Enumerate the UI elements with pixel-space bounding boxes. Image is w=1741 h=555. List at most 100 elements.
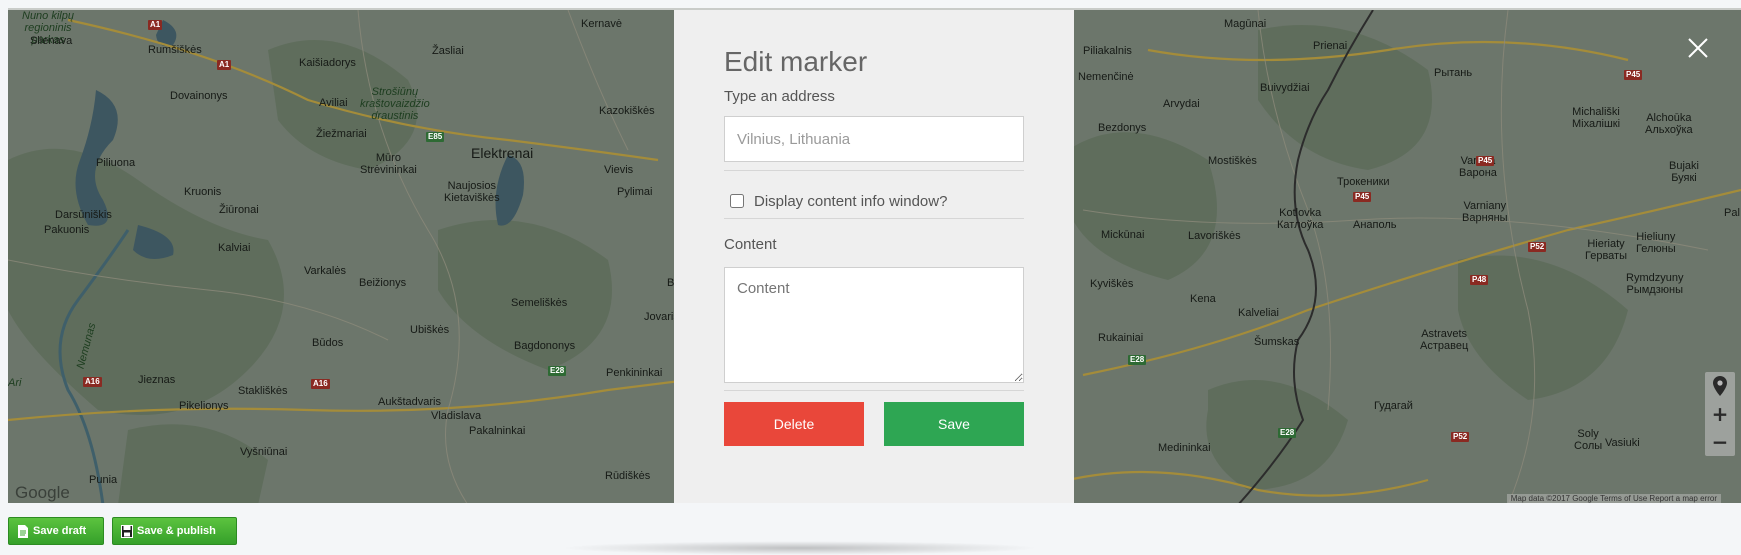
info-window-label: Display content info window? (754, 193, 948, 210)
map-label: Penkininkai (606, 367, 663, 379)
map-label: Žiežmariai (316, 128, 367, 140)
map-label: Michališki Міхалішкі (1572, 106, 1621, 130)
info-window-checkbox[interactable] (730, 194, 744, 208)
map-label: Darsūniškis (55, 209, 112, 221)
content-label: Content (724, 236, 777, 253)
map-label: Prienai (1313, 40, 1348, 52)
map-label: Semeliškės (511, 297, 568, 309)
map-label: Alchoūka Альхоўка (1645, 112, 1693, 136)
map-label: Rukainiai (1098, 332, 1144, 344)
delete-button[interactable]: Delete (724, 402, 864, 446)
map-label: Šumskas (1254, 336, 1300, 348)
address-label: Type an address (724, 88, 835, 105)
map-label: Aukštadvaris (378, 396, 441, 408)
road-shield: P52 (1451, 432, 1470, 442)
map-attribution: Map data ©2017 Google Terms of Use Repor… (1506, 494, 1721, 503)
map-label: Pakuonis (44, 224, 90, 236)
map-label: Arvydai (1163, 98, 1200, 110)
save-draft-label: Save draft (33, 525, 87, 537)
map-label: Kaišiadorys (299, 57, 356, 69)
map-label: Kazokiškės (599, 105, 655, 117)
road-shield: P45 (1476, 156, 1495, 166)
close-icon[interactable] (1686, 36, 1710, 60)
map-label: Žasliai (432, 45, 464, 57)
road-shield: P52 (1528, 242, 1547, 252)
map-label: Dovainonys (170, 90, 228, 102)
road-shield: A16 (311, 379, 330, 389)
address-input[interactable] (724, 116, 1024, 162)
map-label: Nemenčinė (1078, 71, 1134, 83)
map-label: Ari (8, 377, 22, 389)
map-label: Kyviškės (1090, 278, 1134, 290)
map-label: Pikelionys (179, 400, 229, 412)
map-label: Soly Солы (1574, 428, 1603, 452)
road-shield: A1 (217, 60, 232, 70)
map-label: Stakliškės (238, 385, 288, 397)
map-label: Kernavė (581, 18, 622, 30)
map-label: Varniany Варняны (1462, 200, 1508, 224)
zoom-in-button[interactable]: + (1705, 400, 1735, 428)
save-publish-label: Save & publish (137, 525, 216, 537)
bottom-toolbar: Save draft Save & publish (0, 503, 1741, 555)
road-shield: E28 (1278, 428, 1297, 438)
map-label: Lavoriškės (1188, 230, 1241, 242)
road-shield: E85 (426, 132, 445, 142)
save-button[interactable]: Save (884, 402, 1024, 446)
map-label: Bagdononys (514, 340, 576, 352)
panel-title: Edit marker (724, 46, 868, 77)
map-label: Punia (89, 474, 118, 486)
floppy-disk-icon (121, 525, 133, 538)
map-label: Elektrenai (471, 145, 534, 161)
map-label: Kotlovka Катлоўка (1277, 207, 1324, 231)
map-controls: + − (1705, 372, 1735, 456)
map-label: Varkalės (304, 265, 346, 277)
road-shield: P48 (1470, 275, 1489, 285)
map-label: Kalviai (218, 242, 251, 254)
map-label: Kena (1190, 293, 1216, 305)
map-label: Bezdonys (1098, 122, 1147, 134)
map-label: Būdos (312, 337, 344, 349)
street-view-pin-icon[interactable] (1705, 372, 1735, 400)
map-label: Naujosios Kietaviškės (444, 180, 500, 204)
map-label: Kruonis (184, 186, 222, 198)
map-label: Vladislava (431, 410, 482, 422)
content-textarea[interactable] (724, 267, 1024, 383)
map-label: Astravets Астравец (1420, 328, 1469, 352)
map-label: Гудагай (1374, 400, 1413, 412)
shadow (560, 541, 1040, 555)
map-label: Piliakalnis (1083, 45, 1132, 57)
map-label: Medininkai (1158, 442, 1211, 454)
map-label: Aviliai (319, 97, 348, 109)
map-label: Ubiškės (410, 324, 450, 336)
divider (724, 218, 1024, 219)
map-label: Mickūnai (1101, 229, 1145, 241)
map-label: Bujaki Буякі (1669, 160, 1699, 184)
map-label: Hieriaty Герваты (1585, 238, 1627, 262)
zoom-out-button[interactable]: − (1705, 428, 1735, 456)
map-label: Mostiškės (1208, 155, 1257, 167)
map-label: Žiūronai (219, 204, 259, 216)
road-shield: A1 (148, 20, 163, 30)
road-shield: E28 (1128, 355, 1147, 365)
map-label: Piliuona (96, 157, 136, 169)
map-label: Pakalninkai (469, 425, 526, 437)
map-label: Strošiūnų kraštovaizdžio draustinis (360, 86, 430, 122)
map-label: Slienava (30, 35, 73, 47)
map-label: Рытань (1434, 67, 1473, 79)
map-label: Hieliuny Гелюны (1636, 231, 1676, 255)
save-draft-button[interactable]: Save draft (8, 517, 104, 545)
map-label: Magūnai (1224, 18, 1267, 30)
divider (724, 170, 1024, 171)
divider (724, 390, 1024, 391)
google-logo: Google (15, 483, 70, 502)
document-icon (18, 525, 28, 538)
save-publish-button[interactable]: Save & publish (112, 517, 237, 545)
map-label: Vasiuki (1605, 437, 1640, 449)
map-label: Mūro Strėvininkai (360, 152, 417, 176)
map-label: Buivydžiai (1260, 82, 1310, 94)
road-shield: P45 (1624, 70, 1643, 80)
map-label: Vievis (604, 164, 634, 176)
map-label: Beižionys (359, 277, 407, 289)
map-label: Pylimai (617, 186, 653, 198)
road-shield: P45 (1353, 192, 1372, 202)
